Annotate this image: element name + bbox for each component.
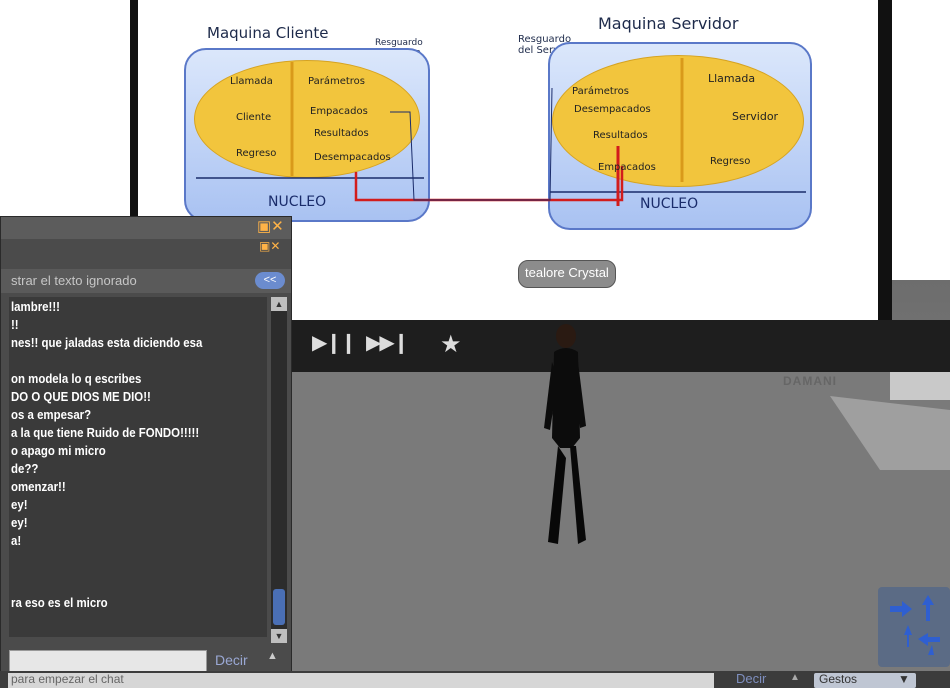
bottom-toolbar: para empezar el chat Decir ▲ Gestos ▼ [0, 671, 950, 688]
chat-message: de?? [11, 461, 39, 476]
gestures-dropdown[interactable]: Gestos ▼ [814, 672, 916, 688]
chat-message: ey! [11, 497, 28, 512]
gestures-chevron-icon: ▼ [898, 672, 910, 686]
ignored-text-bar: strar el texto ignorado << [1, 269, 291, 293]
3d-world-view[interactable]: Maquina Cliente Maquina Servidor Resguar… [0, 0, 950, 688]
scroll-down-icon[interactable]: ▼ [271, 629, 287, 643]
avatar-name: tealore Crystal [525, 265, 609, 280]
chat-message: on modela lo q escribes [11, 371, 142, 386]
chat-title-bar[interactable] [1, 217, 291, 239]
scroll-thumb[interactable] [273, 589, 285, 625]
client-label-unpacked: Desempacados [314, 152, 391, 163]
client-label-params: Parámetros [308, 76, 365, 87]
gestures-label: Gestos [819, 672, 858, 686]
server-label-return: Regreso [710, 156, 751, 167]
client-label-packed: Empacados [310, 106, 368, 117]
server-label-server: Servidor [732, 110, 779, 123]
server-label-params: Parámetros [572, 86, 629, 97]
client-label-results: Resultados [314, 128, 369, 139]
bottom-say-dropdown-icon[interactable]: ▲ [790, 672, 800, 683]
chat-message: !! [11, 317, 19, 332]
client-label-call: Llamada [230, 76, 273, 87]
chat-message: omenzar!! [11, 479, 66, 494]
chat-message: ey! [11, 515, 28, 530]
client-label-client: Cliente [236, 112, 272, 123]
movement-controls[interactable] [878, 587, 950, 667]
collapse-button[interactable]: << [255, 272, 285, 289]
star-icon[interactable]: ★ [440, 330, 461, 358]
server-label-results: Resultados [593, 130, 648, 141]
world-sign-text: DAMANI [783, 374, 837, 388]
chat-log: lambre!!! !! nes!! que jaladas esta dici… [9, 297, 267, 637]
client-kernel-label: NUCLEO [268, 194, 327, 210]
chat-panel-input[interactable] [9, 650, 207, 672]
server-label-packed: Empacados [598, 162, 656, 173]
chat-message: os a empesar? [11, 407, 92, 422]
client-label-return: Regreso [236, 148, 277, 159]
show-ignored-text-label[interactable]: strar el texto ignorado [11, 273, 137, 288]
chat-say-button[interactable]: Decir [215, 652, 248, 668]
avatar-figure[interactable] [540, 318, 590, 554]
chat-close-icon[interactable]: ▣✕ [257, 217, 284, 235]
chat-message: a la que tiene Ruido de FONDO!!!!! [11, 425, 200, 440]
chat-message: o apago mi micro [11, 443, 106, 458]
chat-say-dropdown-icon[interactable]: ▲ [267, 650, 278, 662]
bottom-chat-placeholder: para empezar el chat [11, 672, 124, 686]
skip-forward-icon[interactable]: ▶▶❙ [366, 330, 410, 354]
movement-arrows-icon [890, 595, 940, 655]
play-pause-icon[interactable]: ▶❙❙ [312, 330, 357, 354]
bottom-chat-input[interactable]: para empezar el chat [8, 672, 714, 688]
chat-scrollbar[interactable]: ▲ ▼ [271, 297, 287, 643]
chat-panel: ▣✕ ▣✕ strar el texto ignorado << lambre!… [0, 216, 292, 674]
chat-message: a! [11, 533, 22, 548]
server-label-unpacked: Desempacados [574, 104, 651, 115]
server-label-call: Llamada [708, 72, 756, 85]
chat-message: nes!! que jaladas esta diciendo esa [11, 335, 203, 350]
server-kernel-label: NUCLEO [640, 196, 699, 212]
chat-tearoff-icon[interactable]: ▣✕ [259, 239, 280, 253]
chat-message: lambre!!! [11, 299, 60, 314]
chat-message: ra eso es el micro [11, 595, 108, 610]
scroll-up-icon[interactable]: ▲ [271, 297, 287, 311]
chat-message: DO O QUE DIOS ME DIO!! [11, 389, 151, 404]
avatar-name-tag: tealore Crystal [518, 260, 616, 288]
bottom-say-button[interactable]: Decir [736, 671, 766, 686]
